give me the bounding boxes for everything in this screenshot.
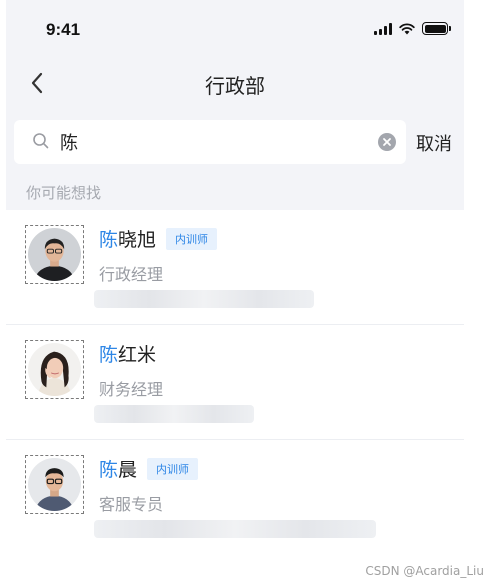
name-highlight: 陈 <box>99 229 119 251</box>
job-title: 行政经理 <box>99 265 164 284</box>
page-title: 行政部 <box>205 74 265 98</box>
trainer-badge: 内训师 <box>147 457 199 480</box>
search-box[interactable] <box>14 120 406 164</box>
blurred-info <box>94 405 254 423</box>
search-icon <box>33 133 49 149</box>
list-item[interactable]: 陈晓旭 内训师 行政经理 <box>6 210 464 325</box>
name-rest: 红米 <box>118 344 157 366</box>
name-highlight: 陈 <box>99 459 119 481</box>
name-highlight: 陈 <box>99 344 119 366</box>
status-icons <box>374 22 451 35</box>
phone-screen: 9:41 行政部 陈 取消 你可能想找 陈晓旭 内训师 行政经理 陈红米 财务经… <box>6 0 464 555</box>
blurred-info <box>94 290 314 308</box>
list-item[interactable]: 陈晨 内训师 客服专员 <box>6 440 464 555</box>
status-bar: 9:41 <box>6 0 464 58</box>
name-line: 陈红米 <box>99 340 156 367</box>
name-rest: 晓旭 <box>118 229 157 251</box>
search-row: 取消 <box>6 118 464 166</box>
cancel-button[interactable]: 取消 <box>416 130 452 156</box>
clear-search-button[interactable] <box>378 133 396 151</box>
name-line: 陈晓旭 内训师 <box>99 225 218 252</box>
status-time: 9:41 <box>46 20 81 39</box>
avatar-frame <box>25 340 84 399</box>
avatar <box>28 228 81 281</box>
avatar <box>28 343 81 396</box>
name-rest: 晨 <box>118 459 138 481</box>
trainer-badge: 内训师 <box>166 227 218 250</box>
avatar <box>28 458 81 511</box>
job-title: 财务经理 <box>99 380 164 399</box>
person-name: 陈晓旭 <box>99 225 156 252</box>
name-line: 陈晨 内训师 <box>99 455 199 482</box>
avatar-frame <box>25 455 84 514</box>
watermark: CSDN @Acardia_Liu <box>365 564 484 578</box>
avatar-frame <box>25 225 84 284</box>
section-label: 你可能想找 <box>26 184 102 202</box>
blurred-info <box>94 520 376 538</box>
wifi-icon <box>399 23 415 35</box>
search-input[interactable] <box>60 126 370 158</box>
battery-icon <box>422 22 451 35</box>
nav-bar: 行政部 <box>6 58 464 108</box>
results-list: 陈晓旭 内训师 行政经理 陈红米 财务经理 陈晨 内训师 客服专员 <box>6 210 464 555</box>
job-title: 客服专员 <box>99 495 164 514</box>
person-name: 陈晨 <box>99 455 137 482</box>
clear-icon <box>383 138 391 146</box>
list-item[interactable]: 陈红米 财务经理 <box>6 325 464 440</box>
person-name: 陈红米 <box>99 340 156 367</box>
signal-icon <box>374 23 392 35</box>
